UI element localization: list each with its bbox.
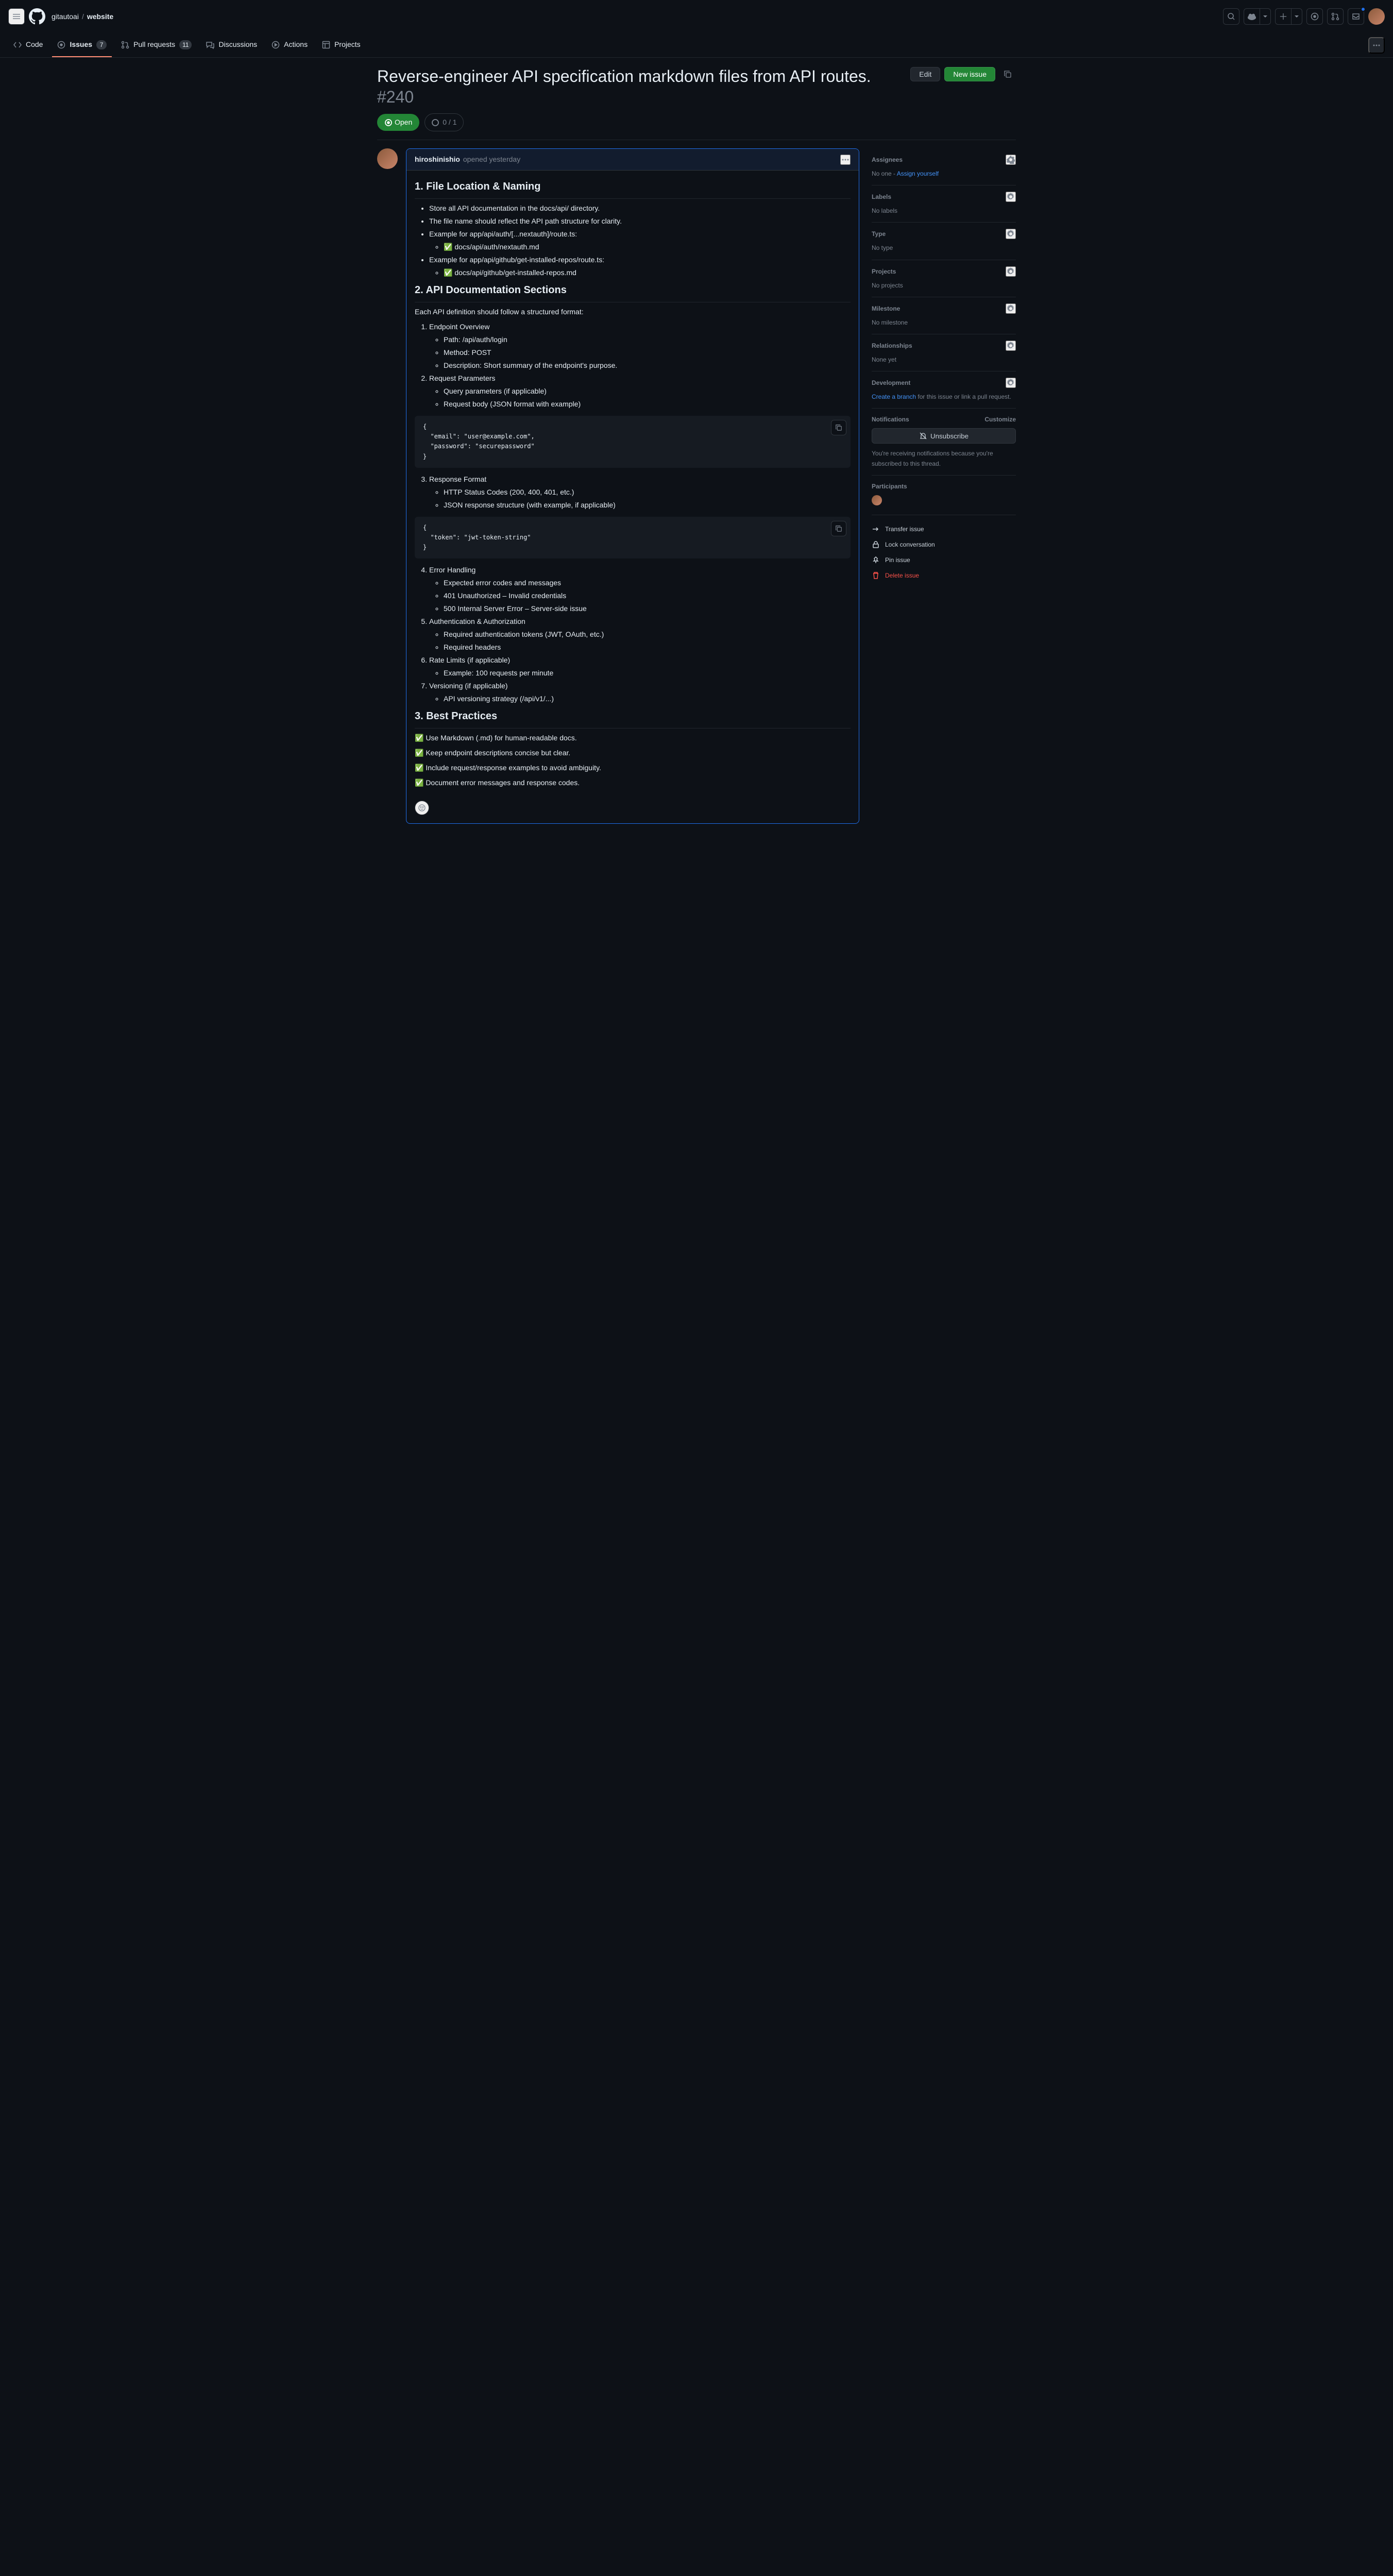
pulls-icon-button[interactable] [1327, 8, 1344, 25]
issue-header: Reverse-engineer API specification markd… [377, 66, 1016, 107]
state-badge: Open [377, 114, 419, 131]
transfer-issue-action[interactable]: Transfer issue [872, 521, 1016, 537]
copy-code-button[interactable] [831, 521, 846, 536]
breadcrumb-repo[interactable]: website [87, 11, 113, 22]
tasks-progress[interactable]: 0 / 1 [424, 113, 463, 131]
comment-body: 1. File Location & Naming Store all API … [406, 171, 859, 801]
tab-code[interactable]: Code [8, 33, 48, 57]
copy-code-button[interactable] [831, 420, 846, 435]
notification-dot [1361, 7, 1366, 12]
lock-conversation-action[interactable]: Lock conversation [872, 537, 1016, 552]
comment-author-avatar[interactable] [377, 148, 398, 169]
edit-button[interactable]: Edit [910, 67, 940, 81]
breadcrumb-org[interactable]: gitautoai [52, 11, 79, 22]
type-heading: Type [872, 229, 886, 239]
new-issue-button[interactable]: New issue [944, 67, 995, 81]
issues-icon-button[interactable] [1306, 8, 1323, 25]
tab-issues[interactable]: Issues7 [52, 33, 112, 57]
assign-yourself-link[interactable]: Assign yourself [897, 170, 939, 177]
issue-number: #240 [377, 88, 414, 106]
comment-menu-button[interactable] [840, 155, 851, 165]
gear-icon[interactable] [1006, 341, 1016, 351]
tab-actions[interactable]: Actions [266, 33, 313, 57]
copy-link-button[interactable] [999, 66, 1016, 82]
labels-heading: Labels [872, 192, 891, 201]
customize-link[interactable]: Customize [984, 415, 1016, 424]
development-heading: Development [872, 378, 910, 387]
gear-icon[interactable] [1006, 192, 1016, 202]
breadcrumb: gitautoai / website [52, 11, 113, 22]
gear-icon[interactable] [1006, 229, 1016, 239]
projects-heading: Projects [872, 267, 896, 276]
comment-header: hiroshinishio opened yesterday [406, 149, 859, 171]
heading-best-practices: 3. Best Practices [415, 708, 851, 728]
timeline: hiroshinishio opened yesterday 1. File L… [377, 148, 859, 824]
unsubscribe-button[interactable]: Unsubscribe [872, 428, 1016, 444]
gear-icon[interactable] [1006, 155, 1016, 165]
tab-discussions[interactable]: Discussions [201, 33, 262, 57]
user-avatar[interactable] [1368, 8, 1385, 25]
gear-icon[interactable] [1006, 303, 1016, 314]
milestone-heading: Milestone [872, 304, 900, 313]
issue-sidebar: Assignees No one - Assign yourself Label… [872, 148, 1016, 824]
assignees-heading: Assignees [872, 155, 903, 164]
code-block-request: { "email": "user@example.com", "password… [415, 416, 851, 468]
github-logo[interactable] [29, 8, 45, 25]
copilot-dropdown[interactable] [1260, 8, 1271, 25]
create-branch-link[interactable]: Create a branch [872, 393, 916, 400]
repo-nav: Code Issues7 Pull requests11 Discussions… [0, 33, 1393, 58]
comment-timestamp: opened yesterday [463, 154, 520, 165]
tab-projects[interactable]: Projects [317, 33, 366, 57]
pin-issue-action[interactable]: Pin issue [872, 552, 1016, 568]
participants-heading: Participants [872, 482, 907, 491]
tab-pulls[interactable]: Pull requests11 [116, 33, 197, 57]
heading-api-sections: 2. API Documentation Sections [415, 282, 851, 302]
status-row: Open 0 / 1 [377, 113, 1016, 140]
comment-box: hiroshinishio opened yesterday 1. File L… [406, 148, 859, 824]
header-actions [1223, 8, 1385, 25]
create-button[interactable] [1275, 8, 1292, 25]
app-header: gitautoai / website [0, 0, 1393, 33]
copilot-button[interactable] [1244, 8, 1260, 25]
code-block-response: { "token": "jwt-token-string" } [415, 517, 851, 559]
participant-avatar[interactable] [872, 495, 882, 505]
create-dropdown[interactable] [1292, 8, 1302, 25]
search-button[interactable] [1223, 8, 1239, 25]
add-reaction-button[interactable] [415, 801, 429, 815]
hamburger-menu[interactable] [8, 8, 25, 25]
gear-icon[interactable] [1006, 378, 1016, 388]
gear-icon[interactable] [1006, 266, 1016, 277]
issue-title: Reverse-engineer API specification markd… [377, 66, 904, 107]
heading-file-location: 1. File Location & Naming [415, 179, 851, 199]
comment-author-link[interactable]: hiroshinishio [415, 154, 460, 165]
repo-nav-more[interactable] [1368, 37, 1385, 54]
notifications-heading: Notifications [872, 415, 909, 424]
delete-issue-action[interactable]: Delete issue [872, 568, 1016, 583]
relationships-heading: Relationships [872, 341, 912, 350]
